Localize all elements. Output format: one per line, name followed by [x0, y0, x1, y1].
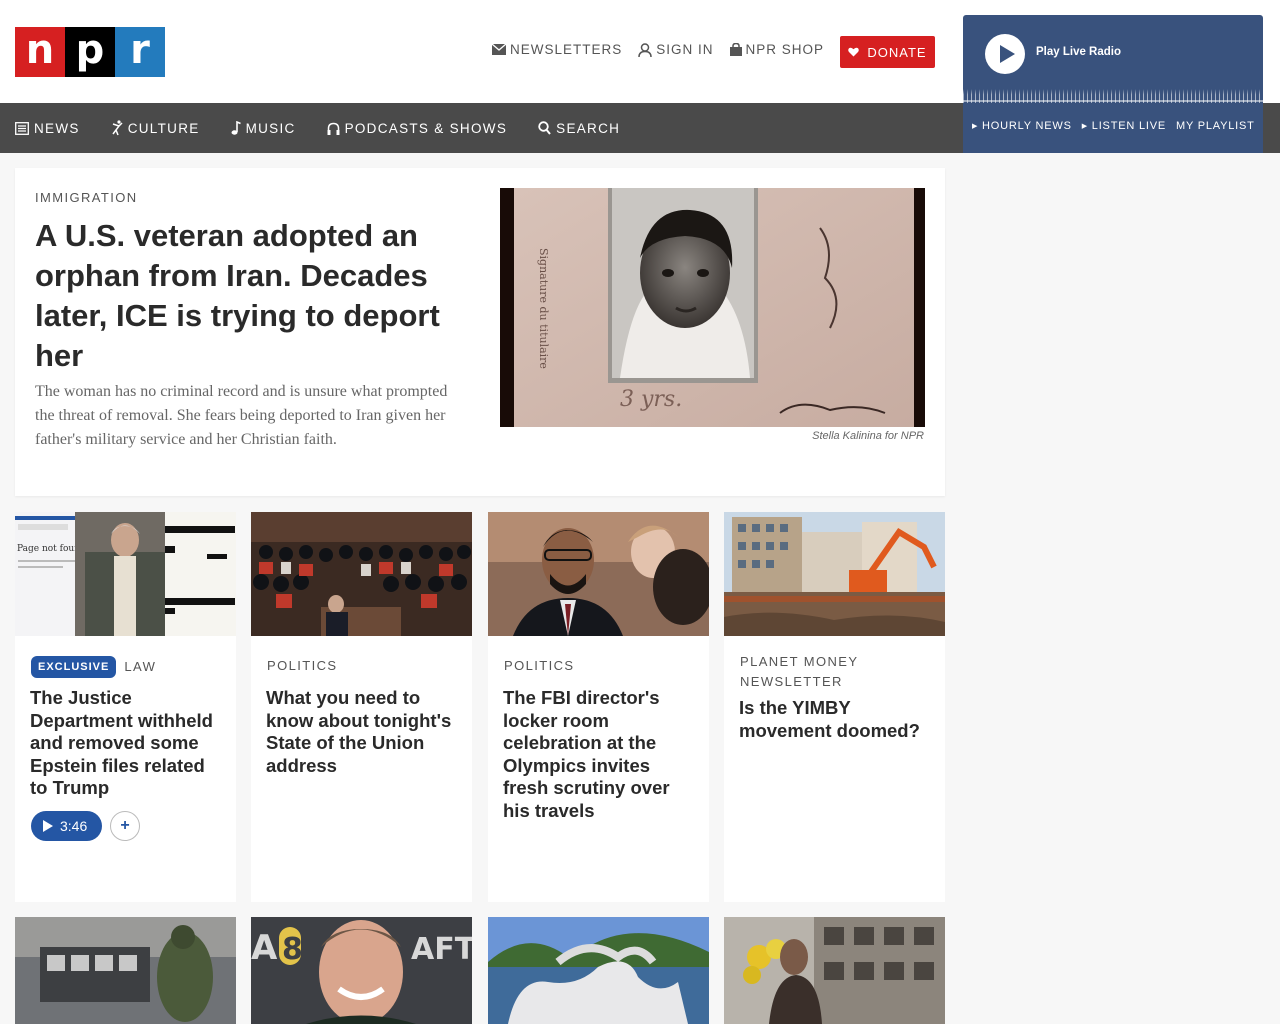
main-nav: NEWS CULTURE MUSIC PODCASTS & SHOWS SEAR…: [15, 103, 620, 153]
user-icon: [638, 42, 653, 57]
newsletters-link[interactable]: NEWSLETTERS: [492, 42, 622, 57]
nav-news[interactable]: NEWS: [15, 121, 80, 136]
hero-image[interactable]: Signature du titulaire 3 yrs.: [500, 188, 925, 427]
construction-thumbnail-illustration: [724, 512, 945, 636]
story-thumbnail[interactable]: [488, 512, 709, 636]
npr-shop-link[interactable]: NPR SHOP: [729, 42, 825, 57]
listen-live-link[interactable]: ▶ LISTEN LIVE: [1082, 120, 1166, 132]
story-card-yimby: PLANET MONEY NEWSLETTER Is the YIMBY mov…: [724, 512, 945, 902]
music-note-icon: [231, 121, 241, 135]
logo-letter-r: r: [115, 27, 165, 77]
search-icon: [538, 121, 551, 135]
story-card-epstein: Page not found EXCLUSIVE LAW The Justice…: [15, 512, 236, 902]
story-slug[interactable]: POLITICS: [504, 656, 574, 676]
exclusive-badge: EXCLUSIVE: [31, 656, 117, 678]
story-meta: EXCLUSIVE LAW: [31, 656, 156, 678]
story-slug[interactable]: LAW: [124, 657, 156, 677]
add-to-playlist-button[interactable]: +: [110, 811, 140, 841]
nav-music-label: MUSIC: [245, 120, 296, 136]
story-title[interactable]: Is the YIMBY movement doomed?: [739, 697, 934, 742]
bafta-number: 8: [282, 932, 303, 967]
listen-live-label: LISTEN LIVE: [1091, 120, 1166, 132]
damaged-building-thumbnail: [724, 917, 945, 1024]
story-card-row2-2[interactable]: A 8 AFTA: [251, 917, 472, 1024]
fbi-director-thumbnail-illustration: [488, 512, 709, 636]
story-title[interactable]: What you need to know about tonight's St…: [266, 687, 461, 777]
bafta-thumbnail: A 8 AFTA: [251, 917, 472, 1024]
triangle-right-icon: ▶: [972, 123, 979, 130]
hourly-news-link[interactable]: ▶ HOURLY NEWS: [972, 120, 1072, 132]
play-icon[interactable]: [985, 34, 1025, 74]
story-title[interactable]: The FBI director's locker room celebrati…: [503, 687, 698, 822]
story-thumbnail[interactable]: Page not found: [15, 512, 236, 636]
story-card-fbi: POLITICS The FBI director's locker room …: [488, 512, 709, 902]
radio-links: ▶ HOURLY NEWS ▶ LISTEN LIVE MY PLAYLIST: [972, 120, 1255, 132]
nav-culture[interactable]: CULTURE: [111, 120, 200, 136]
donate-label: DONATE: [867, 44, 927, 60]
play-audio-button[interactable]: 3:46: [31, 811, 102, 841]
hero-title[interactable]: A U.S. veteran adopted an orphan from Ir…: [35, 216, 475, 376]
story-meta: PLANET MONEY NEWSLETTER: [740, 652, 890, 692]
story-thumbnail[interactable]: [724, 512, 945, 636]
burned-bus-thumbnail: [15, 917, 236, 1024]
hourly-news-label: HOURLY NEWS: [982, 120, 1072, 132]
story-card-row2-1[interactable]: [15, 917, 236, 1024]
donate-button[interactable]: DONATE: [840, 36, 935, 68]
heart-icon: [848, 47, 860, 57]
hero-photo-illustration: Signature du titulaire 3 yrs.: [500, 188, 925, 427]
nav-podcasts[interactable]: PODCASTS & SHOWS: [327, 121, 508, 136]
story-thumbnail[interactable]: [251, 512, 472, 636]
utility-nav: NEWSLETTERS SIGN IN NPR SHOP: [492, 42, 824, 57]
live-radio-player: Play Live Radio ▶ HOURLY NEWS ▶ LISTEN L…: [963, 15, 1263, 153]
nav-news-label: NEWS: [34, 120, 80, 136]
envelope-icon: [492, 44, 506, 55]
nav-search[interactable]: SEARCH: [538, 121, 620, 136]
headphones-icon: [327, 122, 340, 135]
hero-teaser[interactable]: The woman has no criminal record and is …: [35, 380, 455, 452]
newsletters-label: NEWSLETTERS: [510, 42, 623, 57]
photo-age-text: 3 yrs.: [620, 387, 682, 412]
hero-slug[interactable]: IMMIGRATION: [35, 190, 138, 205]
logo-letter-p: p: [65, 27, 115, 77]
nav-culture-label: CULTURE: [127, 120, 200, 136]
nav-search-label: SEARCH: [556, 120, 621, 136]
epstein-thumbnail-illustration: Page not found: [15, 512, 236, 636]
congress-thumbnail-illustration: [251, 512, 472, 636]
story-card-sotu: POLITICS What you need to know about ton…: [251, 512, 472, 902]
sign-in-label: SIGN IN: [656, 42, 714, 57]
svg-text:A: A: [251, 928, 278, 968]
bafta-text: AFTA: [411, 932, 472, 967]
story-slug[interactable]: PLANET MONEY NEWSLETTER: [740, 652, 890, 692]
nav-music[interactable]: MUSIC: [231, 121, 296, 136]
play-live-radio-label[interactable]: Play Live Radio: [1036, 46, 1121, 58]
image-credit: Stella Kalinina for NPR: [812, 430, 924, 442]
story-slug[interactable]: POLITICS: [267, 656, 337, 676]
story-title[interactable]: The Justice Department withheld and remo…: [30, 687, 225, 800]
story-card-row2-4[interactable]: [724, 917, 945, 1024]
logo-letter-n: n: [15, 27, 65, 77]
dancer-icon: [112, 120, 123, 136]
sign-in-link[interactable]: SIGN IN: [638, 42, 713, 57]
story-meta: POLITICS: [504, 656, 574, 676]
audio-duration: 3:46: [60, 818, 88, 834]
waveform-baseline: [963, 100, 1263, 102]
shopping-bag-icon: [729, 43, 742, 56]
npr-logo[interactable]: n p r: [15, 27, 165, 77]
nav-podcasts-label: PODCASTS & SHOWS: [344, 120, 508, 136]
photo-side-text: Signature du titulaire: [537, 248, 550, 369]
my-playlist-link[interactable]: MY PLAYLIST: [1176, 120, 1255, 132]
story-card-row2-3[interactable]: [488, 917, 709, 1024]
triangle-right-icon: ▶: [1081, 123, 1088, 130]
sculpture-thumbnail: [488, 917, 709, 1024]
story-meta: POLITICS: [267, 656, 337, 676]
newspaper-icon: [15, 121, 29, 135]
hero-story: IMMIGRATION A U.S. veteran adopted an or…: [15, 168, 945, 496]
npr-shop-label: NPR SHOP: [745, 42, 825, 57]
